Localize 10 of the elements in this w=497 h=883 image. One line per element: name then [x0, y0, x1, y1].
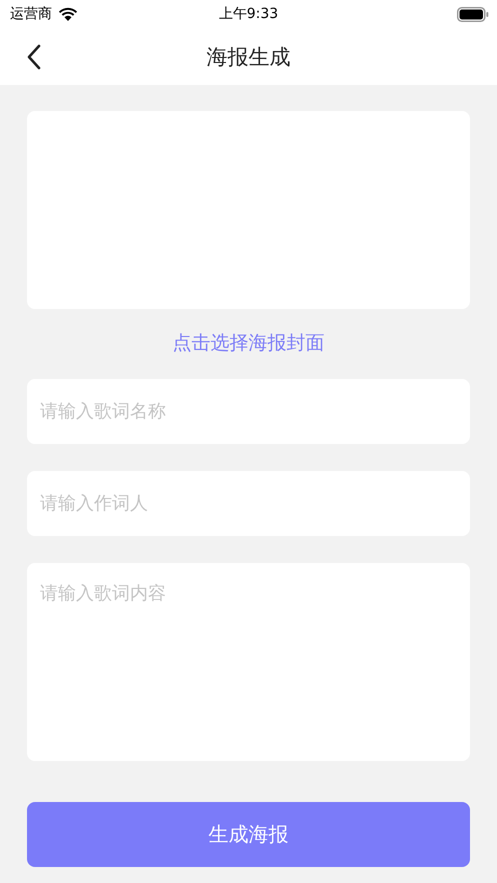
- lyrics-content-field[interactable]: 请输入歌词内容: [27, 563, 470, 761]
- status-time: 上午9:33: [218, 5, 278, 23]
- battery-icon: [457, 6, 489, 22]
- page-title: 海报生成: [206, 44, 290, 70]
- generate-button[interactable]: 生成海报: [27, 802, 470, 867]
- wifi-icon: [58, 7, 78, 21]
- choose-cover-link[interactable]: 点击选择海报封面: [172, 328, 324, 358]
- carrier-name: 运营商: [10, 5, 52, 23]
- input-field[interactable]: 请输入作词人: [27, 471, 470, 536]
- input-field[interactable]: 请输入歌词名称: [27, 379, 470, 444]
